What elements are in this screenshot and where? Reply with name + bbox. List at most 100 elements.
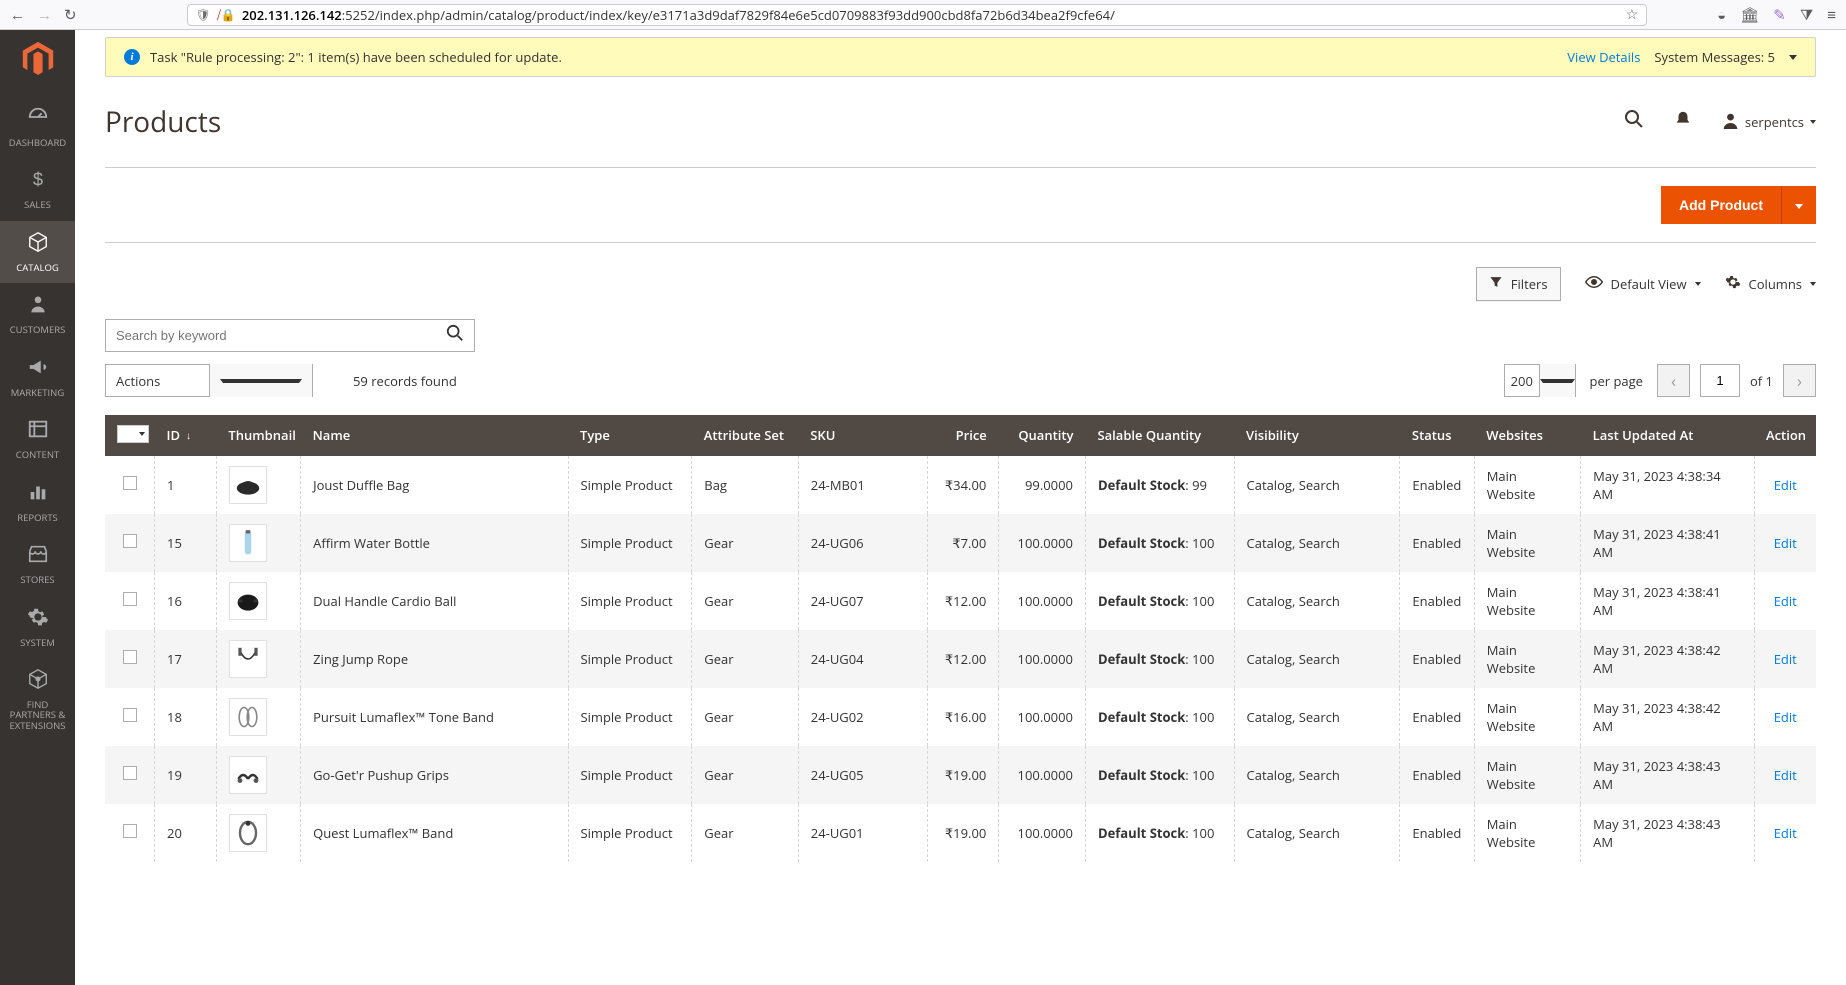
records-found: 59 records found (353, 372, 457, 390)
product-thumbnail[interactable] (229, 756, 267, 794)
search-icon[interactable] (446, 324, 464, 348)
header-websites[interactable]: Websites (1474, 415, 1580, 456)
row-checkbox[interactable] (123, 476, 137, 490)
per-page-select[interactable]: 200 (1504, 364, 1576, 397)
pocket-icon[interactable]: ◒ (1717, 5, 1726, 25)
columns-button[interactable]: Columns (1725, 274, 1816, 294)
add-product-dropdown[interactable] (1781, 186, 1816, 224)
edit-link[interactable]: Edit (1774, 534, 1797, 552)
row-checkbox[interactable] (123, 824, 137, 838)
row-checkbox[interactable] (123, 708, 137, 722)
edit-link[interactable]: Edit (1774, 650, 1797, 668)
magento-logo[interactable] (19, 40, 57, 78)
nav-stores[interactable]: STORES (0, 533, 75, 595)
table-row[interactable]: 1Joust Duffle BagSimple ProductBag24-MB0… (105, 456, 1816, 514)
user-menu[interactable]: serpentcs (1722, 111, 1816, 134)
edit-link[interactable]: Edit (1774, 476, 1797, 494)
chevron-down-icon[interactable] (1789, 55, 1797, 60)
product-thumbnail[interactable] (229, 582, 267, 620)
cell-quantity: 100.0000 (999, 688, 1086, 746)
megaphone-icon (4, 356, 71, 384)
nav-find-partners-extensions[interactable]: FIND PARTNERS & EXTENSIONS (0, 658, 75, 741)
nav-dashboard[interactable]: DASHBOARD (0, 96, 75, 158)
wand-icon[interactable]: ✎ (1773, 5, 1786, 25)
menu-icon[interactable]: ≡ (1827, 5, 1836, 25)
table-row[interactable]: 16Dual Handle Cardio BallSimple ProductG… (105, 572, 1816, 630)
cell-type: Simple Product (568, 630, 692, 688)
reload-icon[interactable]: ↻ (64, 5, 77, 25)
nav-customers[interactable]: CUSTOMERS (0, 283, 75, 345)
actions-dropdown[interactable]: Actions (105, 364, 313, 397)
cell-price: ₹19.00 (927, 746, 999, 804)
header-updated[interactable]: Last Updated At (1581, 415, 1754, 456)
header-type[interactable]: Type (568, 415, 692, 456)
nav-content[interactable]: CONTENT (0, 408, 75, 470)
search-box[interactable] (105, 319, 475, 352)
cell-updated: May 31, 2023 4:38:42 AM (1581, 688, 1754, 746)
row-checkbox[interactable] (123, 592, 137, 606)
cell-id: 1 (155, 456, 217, 514)
table-row[interactable]: 18Pursuit Lumaflex™ Tone BandSimple Prod… (105, 688, 1816, 746)
product-thumbnail[interactable] (229, 524, 267, 562)
cell-sku: 24-UG04 (798, 630, 927, 688)
cell-name: Joust Duffle Bag (301, 456, 568, 514)
system-messages-count[interactable]: System Messages: 5 (1654, 48, 1775, 66)
row-checkbox[interactable] (123, 534, 137, 548)
nav-reports[interactable]: REPORTS (0, 471, 75, 533)
table-row[interactable]: 17Zing Jump RopeSimple ProductGear24-UG0… (105, 630, 1816, 688)
nav-system[interactable]: SYSTEM (0, 596, 75, 658)
header-visibility[interactable]: Visibility (1234, 415, 1400, 456)
edit-link[interactable]: Edit (1774, 766, 1797, 784)
search-input[interactable] (116, 328, 446, 343)
header-checkbox[interactable] (105, 415, 155, 456)
product-thumbnail[interactable] (229, 698, 267, 736)
prev-page-button[interactable]: ‹ (1657, 364, 1690, 397)
header-thumbnail[interactable]: Thumbnail (216, 415, 300, 456)
account-icon[interactable]: 🏛 (1740, 5, 1759, 25)
header-status[interactable]: Status (1400, 415, 1474, 456)
edit-link[interactable]: Edit (1774, 708, 1797, 726)
add-product-button[interactable]: Add Product (1661, 186, 1816, 224)
product-thumbnail[interactable] (229, 814, 267, 852)
header-quantity[interactable]: Quantity (999, 415, 1086, 456)
default-view-button[interactable]: Default View (1585, 275, 1701, 293)
table-row[interactable]: 20Quest Lumaflex™ BandSimple ProductGear… (105, 804, 1816, 862)
cell-status: Enabled (1400, 746, 1474, 804)
cell-thumbnail (216, 456, 300, 514)
header-attribute-set[interactable]: Attribute Set (692, 415, 798, 456)
edit-link[interactable]: Edit (1774, 592, 1797, 610)
grid-controls: Actions 59 records found 200 per page ‹ … (105, 364, 1816, 397)
nav-sales[interactable]: $SALES (0, 158, 75, 220)
nav-marketing[interactable]: MARKETING (0, 346, 75, 408)
cell-visibility: Catalog, Search (1234, 746, 1400, 804)
page-input[interactable] (1700, 364, 1740, 397)
edit-link[interactable]: Edit (1774, 824, 1797, 842)
cell-websites: Main Website (1474, 688, 1580, 746)
row-checkbox[interactable] (123, 650, 137, 664)
url-bar[interactable]: 🛡 ⧸🔒 202.131.126.142:5252/index.php/admi… (187, 4, 1648, 26)
header-price[interactable]: Price (927, 415, 999, 456)
header-salable[interactable]: Salable Quantity (1085, 415, 1234, 456)
extensions-icon[interactable]: ⧩ (1800, 5, 1813, 25)
back-icon[interactable]: ← (10, 5, 25, 25)
product-thumbnail[interactable] (229, 466, 267, 504)
header-id[interactable]: ID↓ (155, 415, 217, 456)
page-header: Products serpentcs (105, 103, 1816, 141)
add-product-label[interactable]: Add Product (1661, 186, 1781, 224)
view-details-link[interactable]: View Details (1567, 48, 1640, 66)
product-thumbnail[interactable] (229, 640, 267, 678)
bookmark-icon[interactable]: ☆ (1626, 5, 1639, 24)
header-sku[interactable]: SKU (798, 415, 927, 456)
cell-price: ₹34.00 (927, 456, 999, 514)
notifications-icon[interactable] (1674, 110, 1692, 134)
url-text: 202.131.126.142:5252/index.php/admin/cat… (242, 6, 1620, 24)
filters-button[interactable]: Filters (1476, 267, 1561, 301)
next-page-button[interactable]: › (1783, 364, 1816, 397)
row-checkbox[interactable] (123, 766, 137, 780)
forward-icon[interactable]: → (37, 5, 52, 25)
header-name[interactable]: Name (301, 415, 568, 456)
nav-catalog[interactable]: CATALOG (0, 221, 75, 283)
table-row[interactable]: 15Affirm Water BottleSimple ProductGear2… (105, 514, 1816, 572)
table-row[interactable]: 19Go-Get'r Pushup GripsSimple ProductGea… (105, 746, 1816, 804)
search-icon[interactable] (1624, 109, 1644, 135)
